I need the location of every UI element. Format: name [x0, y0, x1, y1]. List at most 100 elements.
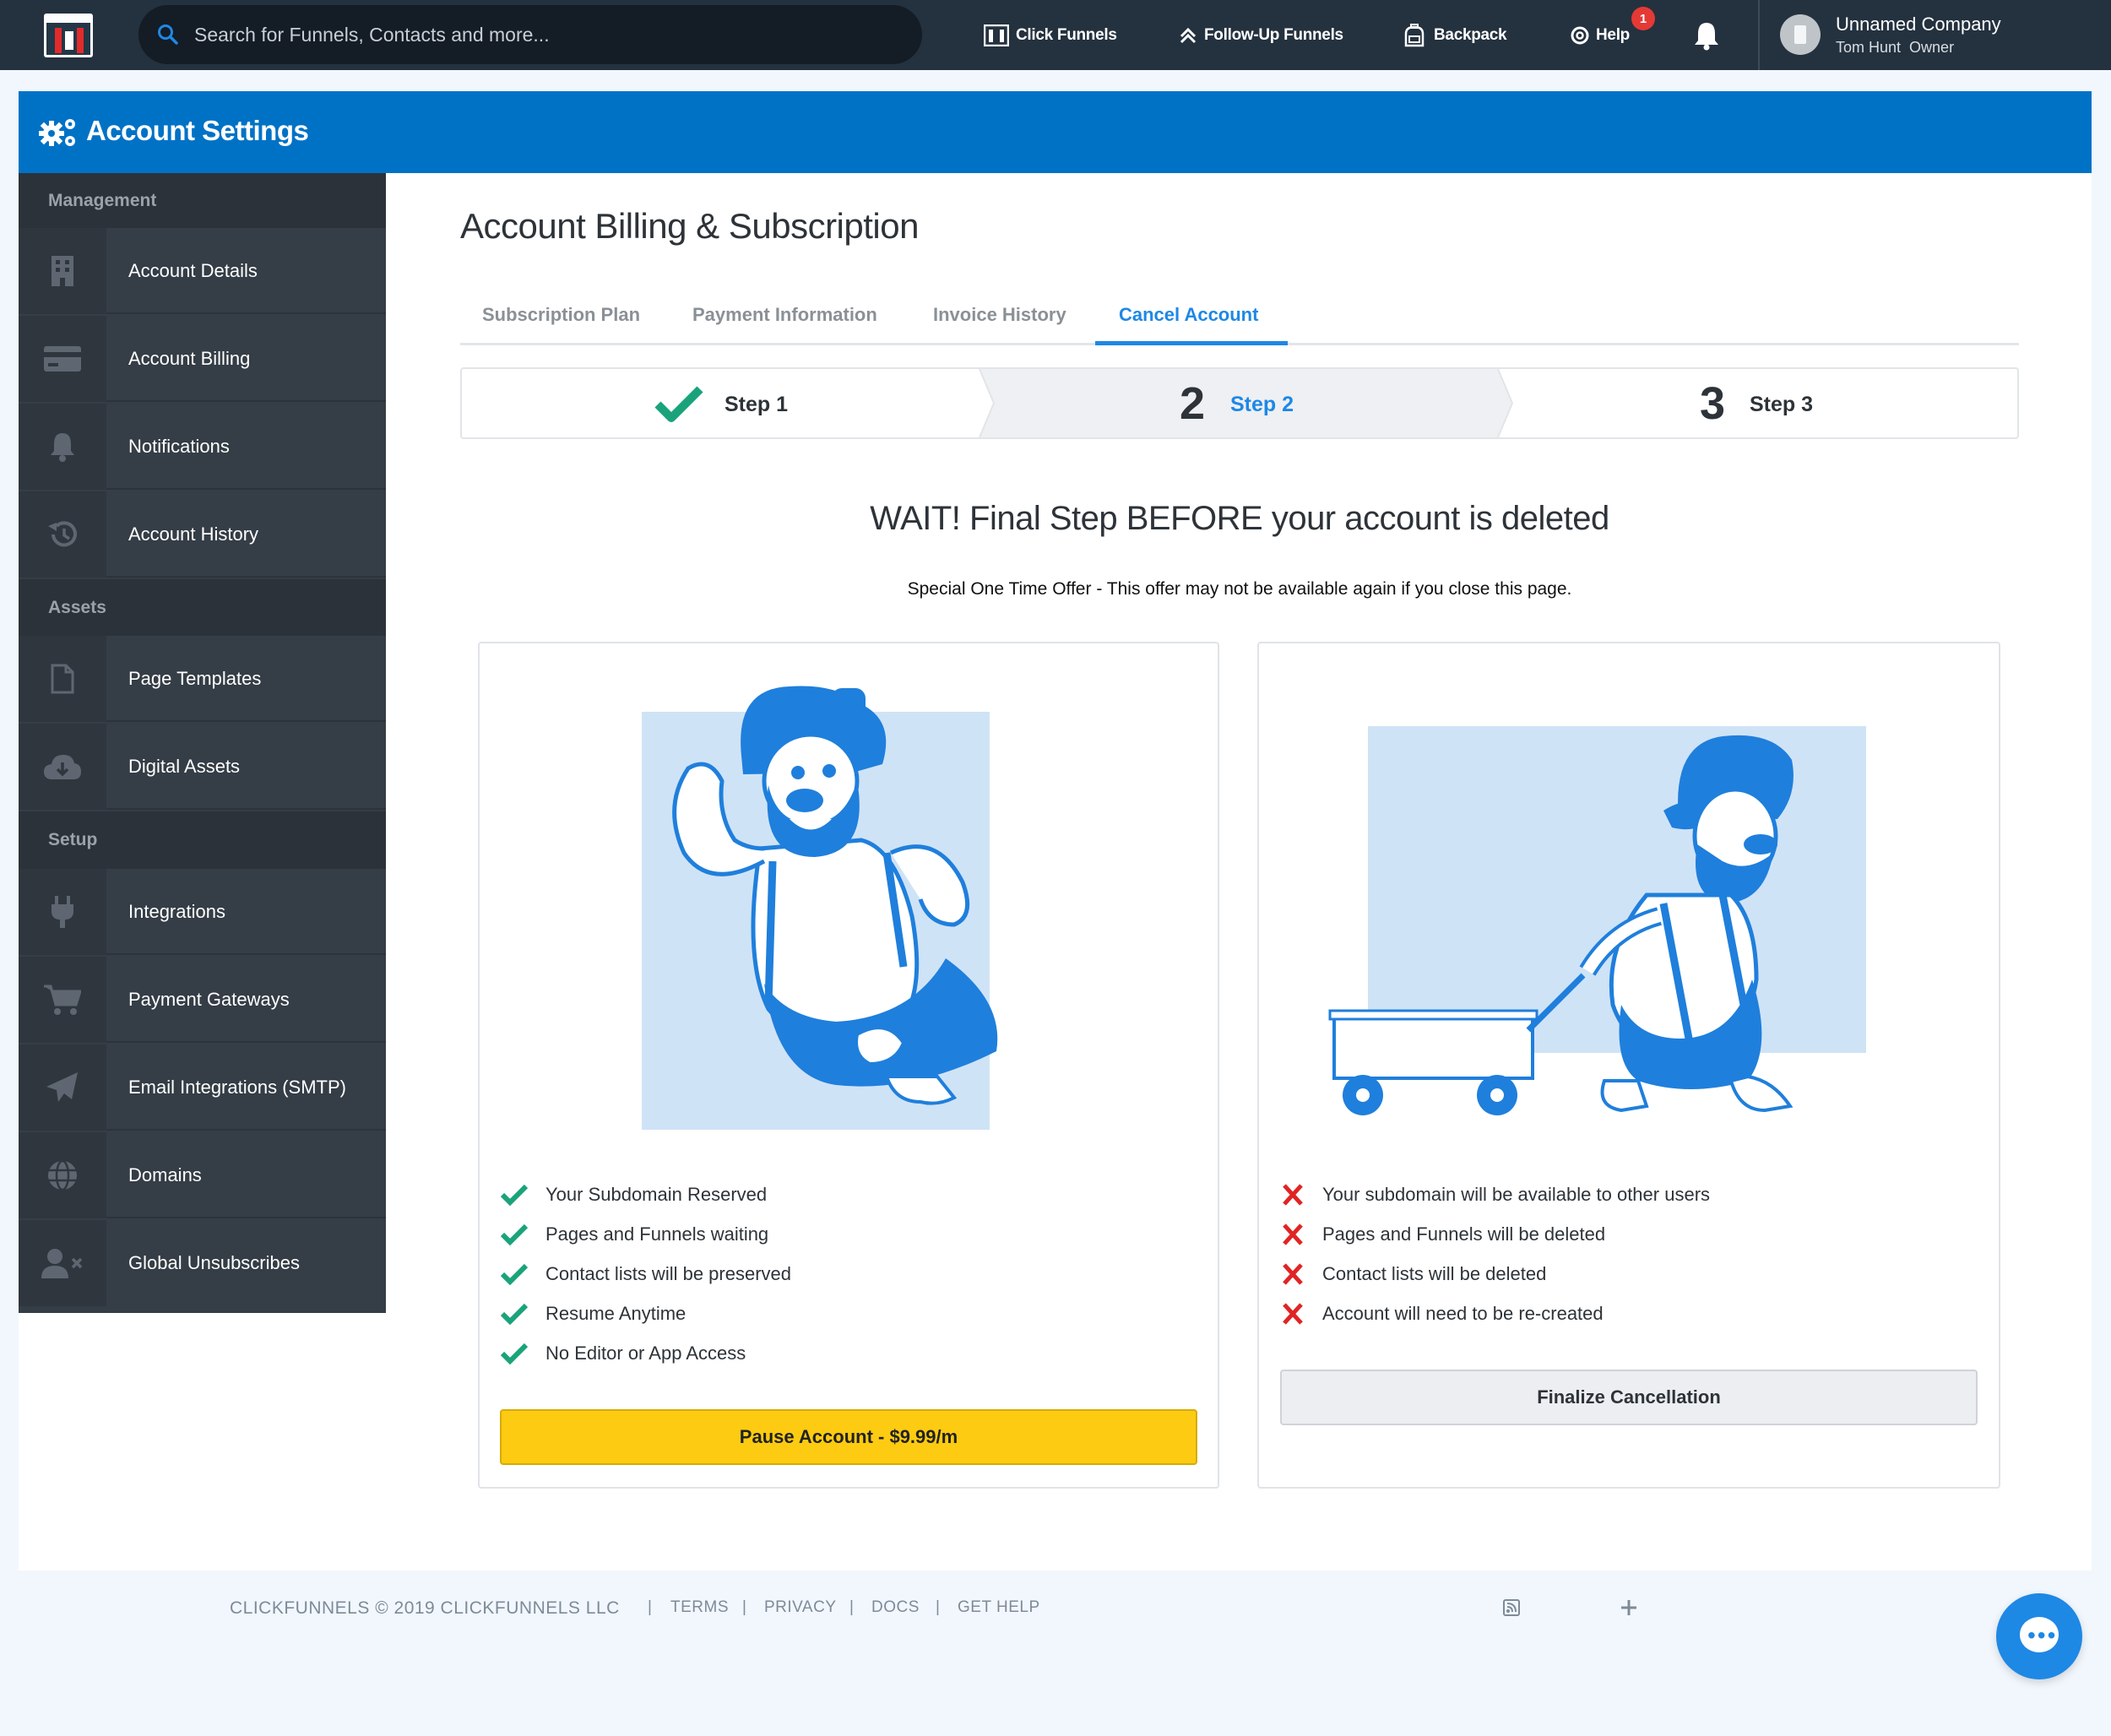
cross-icon	[1283, 1223, 1303, 1245]
sidebar-item-account-history[interactable]: Account History	[19, 491, 386, 578]
sidebar-item-label: Page Templates	[128, 668, 262, 689]
nav-click-funnels[interactable]: Click Funnels	[984, 24, 1117, 47]
step-arrow-divider	[979, 369, 996, 437]
cross-icon	[1283, 1184, 1303, 1206]
step-2-label: Step 2	[1230, 393, 1294, 416]
rss-icon[interactable]	[1503, 1599, 1520, 1616]
sidebar-item-domains[interactable]: Domains	[19, 1132, 386, 1218]
history-icon	[48, 521, 77, 547]
sidebar-item-label: Email Integrations (SMTP)	[128, 1077, 346, 1098]
search-placeholder: Search for Funnels, Contacts and more...	[194, 24, 550, 46]
company-name[interactable]: Unnamed Company	[1836, 14, 2001, 35]
tab-subscription-plan[interactable]: Subscription Plan	[482, 304, 640, 326]
step-1-check-icon	[654, 386, 703, 422]
footer-link-terms[interactable]: TERMS	[670, 1598, 729, 1617]
sidebar-item-page-templates[interactable]: Page Templates	[19, 636, 386, 722]
plus-icon[interactable]	[1620, 1598, 1638, 1617]
nav-label: Help	[1596, 26, 1630, 44]
finalize-cancellation-button[interactable]: Finalize Cancellation	[1280, 1370, 1978, 1425]
lifebuoy-icon	[1571, 26, 1589, 45]
ellipsis-icon: •••	[2027, 1622, 2058, 1648]
cross-icon	[1283, 1263, 1303, 1285]
bell-icon[interactable]	[1692, 20, 1721, 51]
check-icon	[500, 1343, 529, 1364]
sidebar-item-account-details[interactable]: Account Details	[19, 228, 386, 314]
consequence-item: Account will need to be re-created	[1280, 1303, 1604, 1325]
backpack-icon	[1404, 24, 1425, 47]
nav-backpack[interactable]: Backpack	[1402, 24, 1507, 47]
nav-label: Follow-Up Funnels	[1204, 26, 1343, 44]
special-offer-text: Special One Time Offer - This offer may …	[907, 579, 1572, 599]
sidebar-section-management: Management	[19, 173, 386, 228]
sidebar-item-label: Account Billing	[128, 348, 251, 369]
sidebar-item-account-billing[interactable]: Account Billing	[19, 316, 386, 402]
tab-cancel-account[interactable]: Cancel Account	[1119, 304, 1258, 326]
tab-payment-information[interactable]: Payment Information	[692, 304, 877, 326]
tab-invoice-history[interactable]: Invoice History	[933, 304, 1066, 326]
step-arrow-divider	[1497, 369, 1514, 437]
plug-icon	[52, 896, 73, 928]
sidebar-item-label: Integrations	[128, 901, 225, 922]
footer-link-docs[interactable]: DOCS	[871, 1598, 920, 1617]
benefit-item: Pages and Funnels waiting	[500, 1223, 768, 1245]
cross-icon	[1283, 1303, 1303, 1325]
footer-separator: |	[742, 1598, 747, 1616]
avatar[interactable]	[1780, 14, 1821, 55]
sidebar-item-notifications[interactable]: Notifications	[19, 404, 386, 490]
consequence-item: Contact lists will be deleted	[1280, 1263, 1546, 1285]
user-line: Tom Hunt Owner	[1836, 39, 1954, 57]
sidebar-item-label: Digital Assets	[128, 756, 241, 777]
benefit-item: Your Subdomain Reserved	[500, 1184, 767, 1206]
benefit-item: No Editor or App Access	[500, 1343, 746, 1364]
gears-icon	[39, 119, 75, 146]
sidebar-item-label: Account Details	[128, 260, 258, 281]
sidebar-item-label: Payment Gateways	[128, 989, 290, 1010]
page-header-title: Account Settings	[86, 115, 309, 146]
consequence-item: Your subdomain will be available to othe…	[1280, 1184, 1710, 1206]
check-icon	[500, 1184, 529, 1206]
sidebar-item-payment-gateways[interactable]: Payment Gateways	[19, 957, 386, 1043]
step-3-label: Step 3	[1750, 393, 1814, 416]
clickfunnels-logo[interactable]	[44, 14, 93, 57]
sidebar-item-label: Global Unsubscribes	[128, 1252, 300, 1273]
sidebar-section-setup: Setup	[19, 811, 386, 869]
sidebar-item-label: Domains	[128, 1164, 202, 1185]
nav-help[interactable]: Help	[1571, 24, 1630, 47]
sidebar-item-email-integrations[interactable]: Email Integrations (SMTP)	[19, 1044, 386, 1131]
step-progress: Step 1 2 Step 2 3 Step 3	[460, 367, 2019, 439]
check-icon	[500, 1223, 529, 1245]
sidebar-item-label: Notifications	[128, 436, 230, 457]
check-icon	[500, 1263, 529, 1285]
step-2-number: 2	[1180, 378, 1206, 429]
warning-headline: WAIT! Final Step BEFORE your account is …	[870, 500, 1609, 537]
user-role: Owner	[1909, 39, 1955, 56]
footer-link-privacy[interactable]: PRIVACY	[764, 1598, 837, 1617]
user-name: Tom Hunt	[1836, 39, 1902, 56]
nav-follow-up-funnels[interactable]: Follow-Up Funnels	[1179, 24, 1343, 47]
sidebar-item-digital-assets[interactable]: Digital Assets	[19, 724, 386, 810]
cloud-download-icon	[44, 755, 81, 779]
benefit-item: Contact lists will be preserved	[500, 1263, 791, 1285]
file-icon	[51, 664, 74, 694]
sidebar-item-global-unsubscribes[interactable]: Global Unsubscribes	[19, 1220, 386, 1306]
sidebar-item-label: Account History	[128, 524, 259, 545]
sidebar-section-assets: Assets	[19, 579, 386, 636]
building-icon	[52, 256, 73, 286]
top-navbar: Search for Funnels, Contacts and more...…	[0, 0, 2111, 70]
search-bar[interactable]: Search for Funnels, Contacts and more...	[138, 5, 922, 64]
globe-icon	[48, 1159, 77, 1191]
chat-launcher-button[interactable]: •••	[1996, 1593, 2082, 1679]
pause-account-button[interactable]: Pause Account - $9.99/m	[500, 1409, 1197, 1465]
bell-icon	[51, 433, 74, 462]
funnel-logo-icon	[984, 24, 1009, 46]
footer-separator: |	[648, 1598, 653, 1616]
step-1-label: Step 1	[724, 393, 789, 416]
check-icon	[500, 1303, 529, 1325]
step-3-number: 3	[1700, 378, 1726, 429]
footer-link-get-help[interactable]: GET HELP	[958, 1598, 1040, 1617]
paper-plane-icon	[46, 1072, 78, 1102]
sidebar-item-integrations[interactable]: Integrations	[19, 869, 386, 955]
search-icon	[158, 24, 178, 45]
footer-copyright: CLICKFUNNELS © 2019 CLICKFUNNELS LLC	[230, 1598, 620, 1618]
footer-separator: |	[936, 1598, 941, 1616]
